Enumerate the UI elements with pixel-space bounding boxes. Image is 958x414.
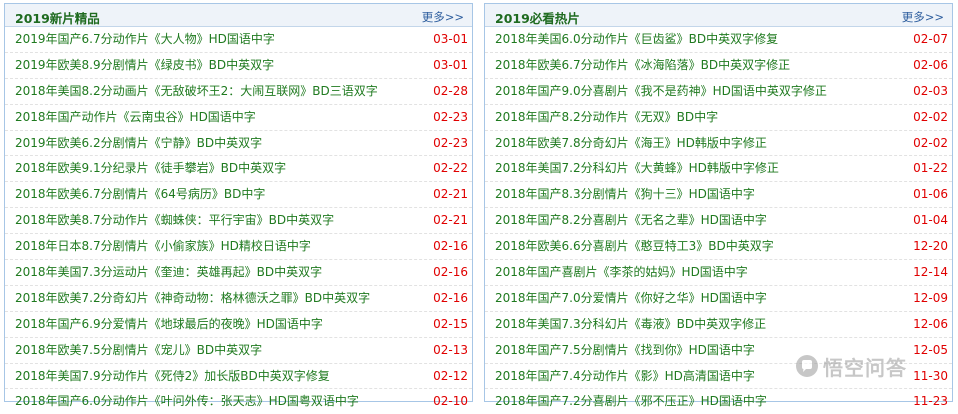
movie-link[interactable]: 2018年美国7.3分运动片《奎迪：英雄再起》BD中英双字 xyxy=(15,260,322,285)
post-date: 12-09 xyxy=(913,290,948,305)
movie-link[interactable]: 2018年美国6.0分动作片《巨齿鲨》BD中英双字修复 xyxy=(495,27,778,52)
movie-link[interactable]: 2018年欧美6.7分动作片《冰海陷落》BD中英双字修正 xyxy=(495,53,790,78)
post-date: 02-02 xyxy=(913,135,948,150)
list-item: 2018年国产9.0分喜剧片《我不是药神》HD国语中英双字修正 02-03 xyxy=(485,79,952,105)
movie-link[interactable]: 2018年国产8.2分喜剧片《无名之辈》HD国语中字 xyxy=(495,208,767,233)
list-item: 2018年欧美8.7分动作片《蜘蛛侠：平行宇宙》BD中英双字 02-21 xyxy=(5,208,472,235)
movie-link[interactable]: 2018年国产7.0分爱情片《你好之华》HD国语中字 xyxy=(495,286,767,311)
list-item: 2018年欧美6.7分动作片《冰海陷落》BD中英双字修正 02-06 xyxy=(485,53,952,79)
movie-list: 2019年国产6.7分动作片《大人物》HD国语中字 03-01 2019年欧美8.9… xyxy=(5,27,472,414)
list-item: 2018年欧美9.1分纪录片《徒手攀岩》BD中英双字 02-22 xyxy=(5,156,472,183)
post-date: 02-16 xyxy=(433,239,468,254)
post-date: 02-15 xyxy=(433,316,468,331)
movie-link[interactable]: 2018年国产7.4分动作片《影》HD高清国语中字 xyxy=(495,364,755,389)
list-item: 2018年国产动作片《云南虫谷》HD国语中字 02-23 xyxy=(5,105,472,131)
list-item: 2018年国产6.9分爱情片《地球最后的夜晚》HD国语中字 02-15 xyxy=(5,312,472,338)
panel-header: 2019新片精品 更多>> xyxy=(5,4,472,27)
list-item: 2018年美国7.3分运动片《奎迪：英雄再起》BD中英双字 02-16 xyxy=(5,260,472,286)
list-item: 2019年欧美8.9分剧情片《绿皮书》BD中英双字 03-01 xyxy=(5,53,472,79)
post-date: 01-06 xyxy=(913,187,948,202)
list-item: 2018年国产喜剧片《李茶的姑妈》HD国语中字 12-14 xyxy=(485,260,952,286)
movie-link[interactable]: 2018年欧美6.7分剧情片《64号病历》BD中字 xyxy=(15,182,265,207)
movie-link[interactable]: 2018年国产7.5分剧情片《找到你》HD国语中字 xyxy=(495,338,755,363)
list-item: 2019年欧美6.2分剧情片《宁静》BD中英双字 02-23 xyxy=(5,131,472,157)
movie-link[interactable]: 2018年国产动作片《云南虫谷》HD国语中字 xyxy=(15,105,256,130)
list-item: 2018年欧美7.2分奇幻片《神奇动物：格林德沃之罪》BD中英双字 02-16 xyxy=(5,286,472,312)
post-date: 02-16 xyxy=(433,265,468,280)
panel-new-movies: 2019新片精品 更多>> 2019年国产6.7分动作片《大人物》HD国语中字 0… xyxy=(4,3,473,408)
movie-link[interactable]: 2018年国产喜剧片《李茶的姑妈》HD国语中字 xyxy=(495,260,748,285)
movie-link[interactable]: 2018年国产8.3分剧情片《狗十三》HD国语中字 xyxy=(495,182,755,207)
list-item: 2018年国产8.3分剧情片《狗十三》HD国语中字 01-06 xyxy=(485,182,952,209)
post-date: 02-28 xyxy=(433,83,468,98)
watermark: 悟空问答 xyxy=(796,351,946,381)
list-item: 2018年国产7.2分喜剧片《邪不压正》HD国语中字 11-23 xyxy=(485,389,952,414)
list-item: 2018年美国7.3分科幻片《毒液》BD中英双字修正 12-06 xyxy=(485,312,952,338)
movie-link[interactable]: 2019年国产6.7分动作片《大人物》HD国语中字 xyxy=(15,27,275,52)
movie-link[interactable]: 2018年美国7.9分动作片《死侍2》加长版BD中英双字修复 xyxy=(15,364,330,389)
panel-hot-movies: 2019必看热片 更多>> 2018年美国6.0分动作片《巨齿鲨》BD中英双字修… xyxy=(484,3,953,408)
movie-link[interactable]: 2018年欧美7.8分奇幻片《海王》HD韩版中字修正 xyxy=(495,131,767,156)
list-item: 2018年美国6.0分动作片《巨齿鲨》BD中英双字修复 02-07 xyxy=(485,27,952,53)
post-date: 12-14 xyxy=(913,265,948,280)
movie-link[interactable]: 2019年欧美8.9分剧情片《绿皮书》BD中英双字 xyxy=(15,53,274,78)
post-date: 02-23 xyxy=(433,109,468,124)
post-date: 11-23 xyxy=(913,394,948,409)
movie-link[interactable]: 2018年美国7.2分科幻片《大黄蜂》HD韩版中字修正 xyxy=(495,156,779,181)
movie-link[interactable]: 2018年国产7.2分喜剧片《邪不压正》HD国语中字 xyxy=(495,389,767,414)
movie-link[interactable]: 2018年国产6.0分动作片《叶问外传：张天志》HD国粤双语中字 xyxy=(15,389,359,414)
post-date: 02-21 xyxy=(433,187,468,202)
post-date: 03-01 xyxy=(433,32,468,46)
list-item: 2019年国产6.7分动作片《大人物》HD国语中字 03-01 xyxy=(5,27,472,53)
movie-link[interactable]: 2018年日本8.7分剧情片《小偷家族》HD精校日语中字 xyxy=(15,234,311,259)
post-date: 02-07 xyxy=(913,32,948,46)
post-date: 02-10 xyxy=(433,394,468,409)
post-date: 02-02 xyxy=(913,109,948,124)
movie-link[interactable]: 2018年美国8.2分动画片《无敌破坏王2：大闹互联网》BD三语双字 xyxy=(15,79,378,104)
list-item: 2018年欧美6.7分剧情片《64号病历》BD中字 02-21 xyxy=(5,182,472,209)
watermark-text: 悟空问答 xyxy=(823,355,907,380)
movie-link[interactable]: 2018年国产9.0分喜剧片《我不是药神》HD国语中英双字修正 xyxy=(495,79,827,104)
list-item: 2018年国产8.2分喜剧片《无名之辈》HD国语中字 01-04 xyxy=(485,208,952,235)
list-item: 2018年国产6.0分动作片《叶问外传：张天志》HD国粤双语中字 02-10 xyxy=(5,389,472,414)
post-date: 12-20 xyxy=(913,239,948,254)
list-item: 2018年国产7.0分爱情片《你好之华》HD国语中字 12-09 xyxy=(485,286,952,312)
post-date: 01-22 xyxy=(913,161,948,176)
list-item: 2018年日本8.7分剧情片《小偷家族》HD精校日语中字 02-16 xyxy=(5,234,472,261)
list-item: 2018年美国7.9分动作片《死侍2》加长版BD中英双字修复 02-12 xyxy=(5,364,472,390)
movie-link[interactable]: 2019年欧美6.2分剧情片《宁静》BD中英双字 xyxy=(15,131,262,156)
panel-header: 2019必看热片 更多>> xyxy=(485,4,952,27)
post-date: 02-22 xyxy=(433,161,468,176)
panel-title: 2019新片精品 xyxy=(15,11,100,26)
more-link[interactable]: 更多>> xyxy=(902,9,944,25)
movie-link[interactable]: 2018年国产6.9分爱情片《地球最后的夜晚》HD国语中字 xyxy=(15,312,323,337)
post-date: 02-03 xyxy=(913,83,948,98)
movie-link[interactable]: 2018年欧美8.7分动作片《蜘蛛侠：平行宇宙》BD中英双字 xyxy=(15,208,334,233)
panel-title: 2019必看热片 xyxy=(495,11,580,26)
list-item: 2018年欧美6.6分喜剧片《憨豆特工3》BD中英双字 12-20 xyxy=(485,234,952,261)
post-date: 02-23 xyxy=(433,135,468,150)
post-date: 02-06 xyxy=(913,57,948,72)
post-date: 02-21 xyxy=(433,213,468,228)
list-item: 2018年欧美7.5分剧情片《宠儿》BD中英双字 02-13 xyxy=(5,338,472,364)
list-item: 2018年美国7.2分科幻片《大黄蜂》HD韩版中字修正 01-22 xyxy=(485,156,952,183)
post-date: 02-13 xyxy=(433,342,468,357)
movie-link[interactable]: 2018年欧美7.2分奇幻片《神奇动物：格林德沃之罪》BD中英双字 xyxy=(15,286,370,311)
post-date: 03-01 xyxy=(433,57,468,72)
chat-bubble-icon xyxy=(796,355,818,377)
more-link[interactable]: 更多>> xyxy=(422,9,464,25)
movie-link[interactable]: 2018年美国7.3分科幻片《毒液》BD中英双字修正 xyxy=(495,312,766,337)
list-item: 2018年美国8.2分动画片《无敌破坏王2：大闹互联网》BD三语双字 02-28 xyxy=(5,79,472,105)
post-date: 02-16 xyxy=(433,290,468,305)
movie-link[interactable]: 2018年欧美7.5分剧情片《宠儿》BD中英双字 xyxy=(15,338,262,363)
post-date: 12-06 xyxy=(913,316,948,331)
list-item: 2018年国产8.2分动作片《无双》BD中字 02-02 xyxy=(485,105,952,131)
post-date: 01-04 xyxy=(913,213,948,228)
movie-link[interactable]: 2018年国产8.2分动作片《无双》BD中字 xyxy=(495,105,718,130)
post-date: 02-12 xyxy=(433,368,468,383)
list-item: 2018年欧美7.8分奇幻片《海王》HD韩版中字修正 02-02 xyxy=(485,131,952,157)
movie-link[interactable]: 2018年欧美9.1分纪录片《徒手攀岩》BD中英双字 xyxy=(15,156,286,181)
movie-link[interactable]: 2018年欧美6.6分喜剧片《憨豆特工3》BD中英双字 xyxy=(495,234,774,259)
